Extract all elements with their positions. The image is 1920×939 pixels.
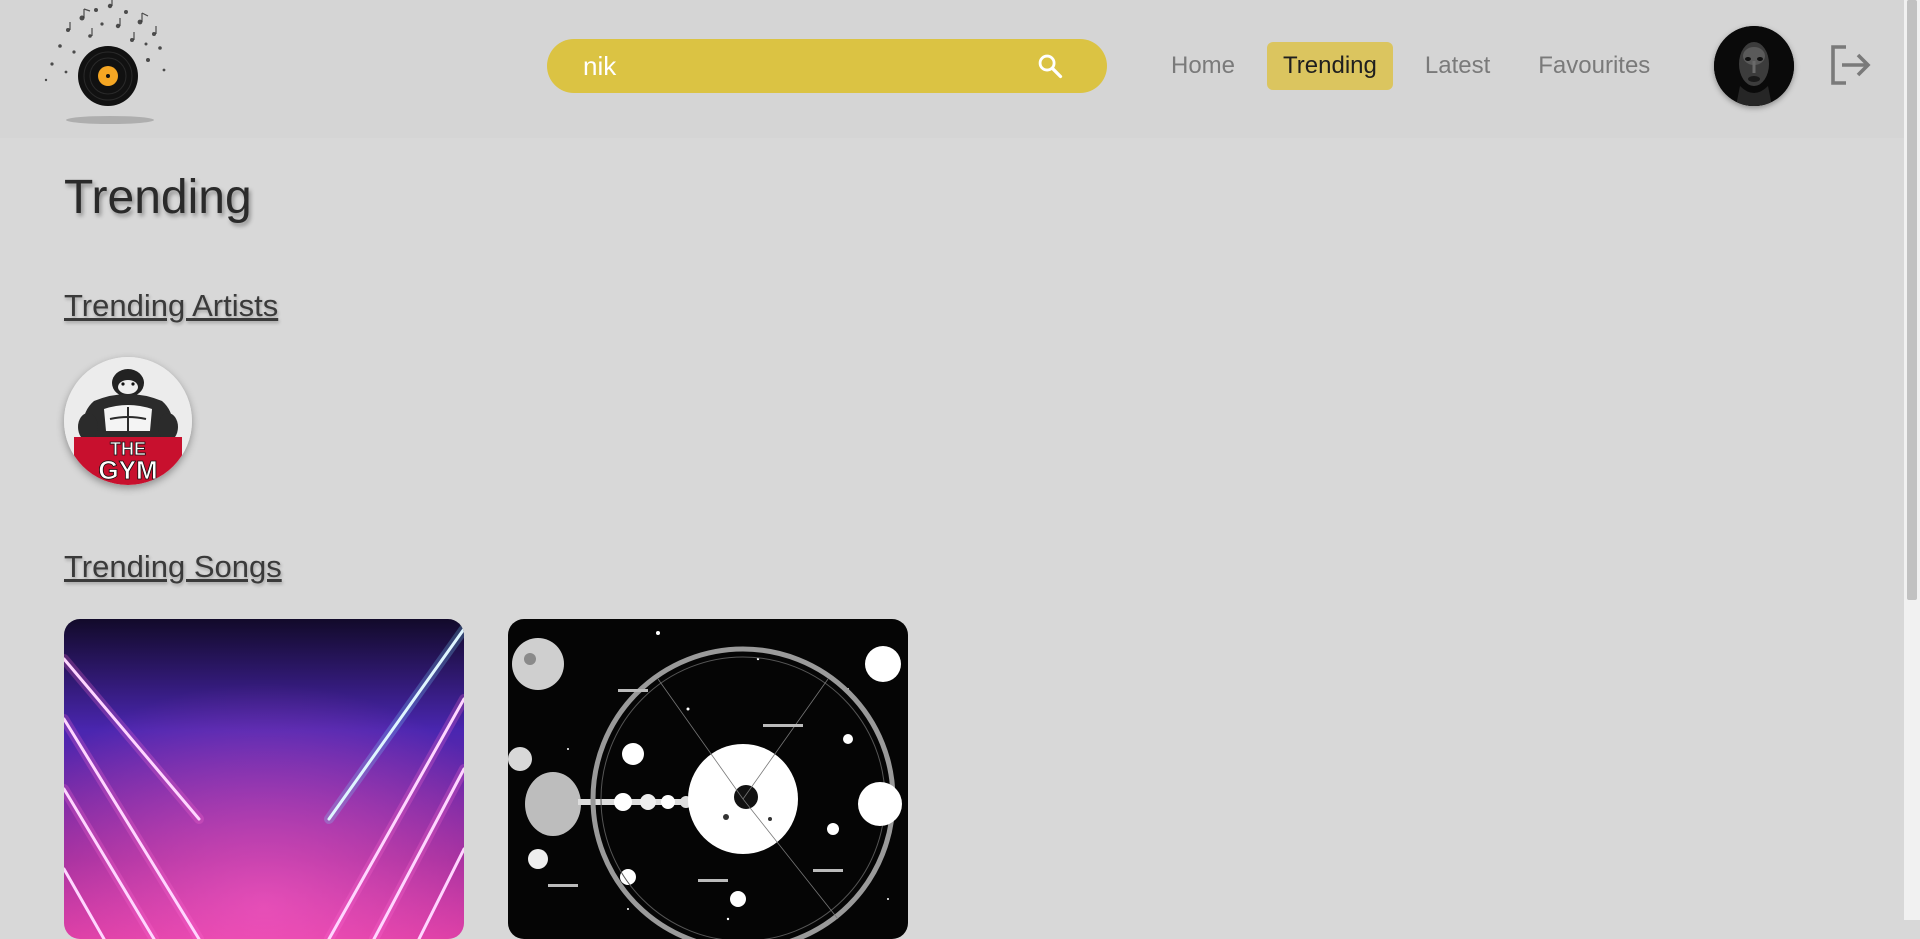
search-icon — [1038, 54, 1063, 79]
trending-artists-heading: Trending Artists — [64, 288, 279, 323]
song-cover-neon — [64, 619, 464, 939]
nav-latest[interactable]: Latest — [1409, 42, 1506, 90]
trending-songs-heading: Trending Songs — [64, 549, 282, 584]
page-title: Trending — [64, 171, 252, 224]
site-logo[interactable] — [30, 0, 180, 128]
search-input[interactable] — [583, 50, 1033, 82]
main-nav: Home Trending Latest Favourites — [1155, 42, 1682, 90]
vinyl-music-logo-icon — [44, 0, 166, 124]
main-content: Trending Trending Artists THE GYM Trendi… — [64, 138, 1864, 939]
nav-home[interactable]: Home — [1155, 42, 1251, 90]
search-bar — [547, 39, 1107, 93]
user-avatar[interactable] — [1714, 26, 1794, 106]
scrollbar-thumb[interactable] — [1907, 0, 1917, 600]
artist-image: THE GYM — [64, 357, 192, 485]
svg-text:GYM: GYM — [98, 455, 157, 485]
page-scrollbar[interactable] — [1904, 0, 1920, 920]
user-avatar-image — [1714, 26, 1794, 106]
search-button[interactable] — [1033, 49, 1067, 83]
artist-card[interactable]: THE GYM — [64, 357, 192, 485]
song-cover-space — [508, 619, 908, 939]
top-header: Home Trending Latest Favourites — [0, 0, 1904, 138]
nav-favourites[interactable]: Favourites — [1522, 42, 1666, 90]
logout-button[interactable] — [1826, 42, 1872, 88]
song-card[interactable] — [64, 619, 464, 939]
logout-icon — [1831, 45, 1871, 85]
song-card[interactable] — [508, 619, 908, 939]
nav-trending[interactable]: Trending — [1267, 42, 1393, 90]
